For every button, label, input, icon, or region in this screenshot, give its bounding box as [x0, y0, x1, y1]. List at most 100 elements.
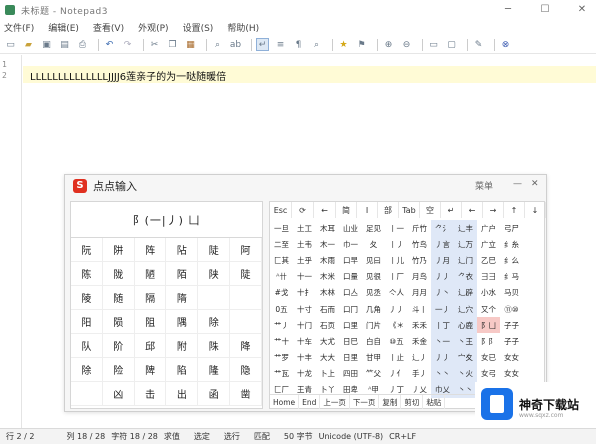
- component-key[interactable]: 口量: [339, 269, 362, 285]
- component-key[interactable]: 丨丿: [385, 236, 408, 252]
- save-icon[interactable]: ▣: [40, 38, 53, 51]
- candidate-cell[interactable]: 击: [134, 382, 167, 406]
- candidate-cell[interactable]: 除: [71, 358, 103, 382]
- keyboard-key[interactable]: Esc: [270, 202, 292, 218]
- candidate-cell[interactable]: 陡: [198, 238, 231, 262]
- component-key[interactable]: 弓尸: [500, 220, 523, 236]
- component-key[interactable]: 心鹿: [454, 317, 477, 334]
- component-key[interactable]: ᴬ卄: [270, 269, 293, 285]
- candidate-cell[interactable]: 陋: [134, 262, 167, 286]
- candidate-cell[interactable]: [230, 286, 262, 310]
- component-key[interactable]: 丨丁: [431, 317, 454, 334]
- component-key[interactable]: 亽人: [385, 285, 408, 301]
- component-key[interactable]: 纟糸: [500, 236, 523, 252]
- component-key[interactable]: 辶丰: [454, 220, 477, 237]
- candidate-cell[interactable]: 隐: [230, 358, 262, 382]
- zoom-in-icon[interactable]: ⊕: [382, 38, 395, 51]
- keyboard-key[interactable]: I: [357, 202, 378, 218]
- component-key[interactable]: 艹瓦: [270, 366, 293, 382]
- keyboard-key[interactable]: 简: [336, 202, 357, 218]
- component-key[interactable]: 月鸟: [408, 269, 431, 285]
- redo-icon[interactable]: ↷: [121, 38, 134, 51]
- candidate-cell[interactable]: 陵: [71, 286, 103, 310]
- component-key[interactable]: ⻌万: [454, 236, 477, 253]
- scheme-icon[interactable]: ▭: [427, 38, 440, 51]
- component-key[interactable]: 丿亻: [385, 366, 408, 382]
- keyboard-key[interactable]: ↓: [525, 202, 546, 218]
- component-key[interactable]: 卜上: [316, 366, 339, 382]
- candidate-cell[interactable]: 队: [71, 334, 103, 358]
- component-key[interactable]: ⑩五: [385, 333, 408, 349]
- keyboard-key[interactable]: ↑: [504, 202, 525, 218]
- component-key[interactable]: 十丰: [293, 350, 316, 366]
- maximize-button[interactable]: ☐: [537, 2, 553, 18]
- component-key[interactable]: 纟么: [500, 252, 523, 268]
- component-key[interactable]: 二至: [270, 236, 293, 252]
- component-key[interactable]: 几角: [362, 301, 385, 317]
- component-key[interactable]: 四田: [339, 366, 362, 382]
- component-key[interactable]: 0五: [270, 301, 293, 317]
- component-key[interactable]: ⺈衣: [454, 268, 477, 285]
- component-key[interactable]: ⺈氵: [431, 220, 454, 237]
- favorites-icon[interactable]: ★: [337, 38, 350, 51]
- keyboard-function-key[interactable]: 粘贴: [423, 395, 446, 409]
- candidate-cell[interactable]: 阻: [134, 310, 167, 334]
- whitespace-icon[interactable]: ¶: [292, 38, 305, 51]
- keyboard-key[interactable]: →: [483, 202, 504, 218]
- component-key[interactable]: 小水: [477, 285, 500, 301]
- status-eol[interactable]: CR+LF: [389, 432, 416, 441]
- component-key[interactable]: 艹十: [270, 333, 293, 349]
- component-key[interactable]: 女弓: [477, 366, 500, 382]
- print-icon[interactable]: ⎙: [76, 38, 89, 51]
- component-key[interactable]: 丶一: [431, 333, 454, 350]
- component-key[interactable]: 甘甲: [362, 350, 385, 366]
- component-key[interactable]: 《＊: [385, 317, 408, 333]
- component-key[interactable]: 丨儿: [385, 252, 408, 268]
- component-key[interactable]: ⺮父: [362, 366, 385, 382]
- component-key[interactable]: 一旦: [270, 220, 293, 236]
- find-icon[interactable]: ⌕: [211, 38, 224, 51]
- menu-view[interactable]: 查看(V): [93, 21, 124, 34]
- keyboard-key[interactable]: ←: [314, 202, 336, 218]
- candidate-cell[interactable]: [198, 286, 231, 310]
- component-key[interactable]: 木耳: [316, 220, 339, 236]
- open-icon[interactable]: ▰: [22, 38, 35, 51]
- keyboard-function-key[interactable]: End: [299, 395, 321, 409]
- candidate-cell[interactable]: 隆: [198, 358, 231, 382]
- component-key[interactable]: 一丿: [431, 300, 454, 318]
- component-key[interactable]: 广户: [477, 220, 500, 236]
- component-key[interactable]: 月月: [408, 285, 431, 301]
- keyboard-key[interactable]: ←: [462, 202, 483, 218]
- component-key[interactable]: 彐彐: [477, 269, 500, 285]
- component-key[interactable]: ⻌辟: [454, 284, 477, 301]
- component-key[interactable]: 白自: [362, 333, 385, 349]
- keyboard-function-key[interactable]: 下一页: [350, 395, 380, 409]
- component-key[interactable]: 丨止: [385, 350, 408, 366]
- component-key[interactable]: 足见: [362, 220, 385, 236]
- word-wrap-icon[interactable]: ↵: [256, 38, 269, 51]
- candidate-cell[interactable]: 阱: [102, 238, 135, 262]
- menu-appearance[interactable]: 外观(P): [138, 21, 168, 34]
- component-key[interactable]: 丿言: [431, 236, 454, 253]
- component-key[interactable]: 石而: [316, 301, 339, 317]
- undo-icon[interactable]: ↶: [103, 38, 116, 51]
- fullscreen-icon[interactable]: ▢: [445, 38, 458, 51]
- candidate-cell[interactable]: 阶: [102, 334, 135, 358]
- candidate-cell[interactable]: 陕: [198, 262, 231, 286]
- menu-settings[interactable]: 设置(S): [183, 21, 214, 34]
- component-key[interactable]: 大大: [316, 350, 339, 366]
- replace-icon[interactable]: ab: [229, 38, 242, 51]
- component-key[interactable]: 匚其: [270, 252, 293, 268]
- candidate-cell[interactable]: 隋: [166, 286, 199, 310]
- component-key[interactable]: 禾禾: [408, 317, 431, 333]
- candidate-cell[interactable]: 陴: [134, 358, 167, 382]
- component-key[interactable]: 宀夊: [454, 349, 477, 366]
- menu-file[interactable]: 文件(F): [4, 21, 34, 34]
- component-key[interactable]: 土韦: [293, 236, 316, 252]
- keyboard-function-key[interactable]: 复制: [379, 395, 402, 409]
- keyboard-function-key[interactable]: Home: [270, 395, 300, 409]
- component-key[interactable]: 丿月: [431, 252, 454, 269]
- menu-help[interactable]: 帮助(H): [227, 21, 259, 34]
- candidate-cell[interactable]: 阮: [71, 238, 103, 262]
- component-key[interactable]: 马贝: [500, 285, 523, 301]
